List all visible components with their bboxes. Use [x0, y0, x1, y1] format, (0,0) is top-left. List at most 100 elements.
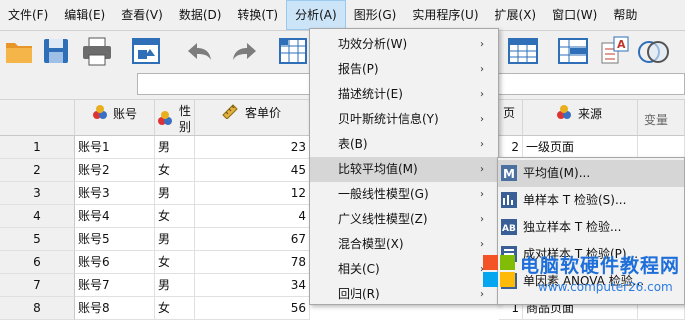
menu-extensions[interactable]: 扩展(X) — [487, 0, 545, 30]
column-header-label-line1: 性 — [179, 104, 192, 118]
menu-item-label: 报告(P) — [338, 62, 379, 76]
row-number[interactable]: 1 — [0, 136, 75, 159]
menu-transform[interactable]: 转换(T) — [229, 0, 286, 30]
watermark-title: 电脑软硬件教程网 — [520, 255, 681, 277]
column-header-obscured[interactable]: 页 — [499, 100, 523, 136]
analyze-menu-item[interactable]: 混合模型(X) › — [310, 232, 498, 257]
menu-data[interactable]: 数据(D) — [171, 0, 230, 30]
submenu-arrow-icon: › — [480, 114, 484, 125]
cell-source[interactable]: 一级页面 — [523, 136, 638, 159]
row-number[interactable]: 2 — [0, 159, 75, 182]
submenu-arrow-icon: › — [480, 64, 484, 75]
column-header-price[interactable]: 客单价 — [195, 100, 310, 136]
cell-account[interactable]: 账号7 — [75, 274, 155, 297]
cell-price[interactable]: 67 — [195, 228, 310, 251]
cell-account[interactable]: 账号3 — [75, 182, 155, 205]
menu-item-label: 贝叶斯统计信息(Y) — [338, 112, 439, 126]
analyze-menu-item[interactable]: 贝叶斯统计信息(Y) › — [310, 107, 498, 132]
cell-price[interactable]: 34 — [195, 274, 310, 297]
cell-account[interactable]: 账号2 — [75, 159, 155, 182]
analyze-menu-item[interactable]: 回归(R) › — [310, 282, 498, 307]
cell-account[interactable]: 账号1 — [75, 136, 155, 159]
menu-item-label: 比较平均值(M) — [338, 162, 418, 176]
cell-gender[interactable]: 女 — [155, 297, 195, 320]
menu-item-label: 独立样本 T 检验... — [523, 220, 622, 234]
menu-analyze[interactable]: 分析(A) — [286, 0, 346, 30]
dialog-recall-icon[interactable] — [130, 35, 164, 67]
cell-gender[interactable]: 男 — [155, 182, 195, 205]
menu-file[interactable]: 文件(F) — [0, 0, 56, 30]
row-number[interactable]: 8 — [0, 297, 75, 320]
submenu-arrow-icon: › — [480, 139, 484, 150]
row-number[interactable]: 7 — [0, 274, 75, 297]
analyze-menu-item[interactable]: 功效分析(W) › — [310, 32, 498, 57]
table-icon[interactable] — [506, 35, 540, 67]
column-header-gender[interactable]: 性 别 — [155, 100, 195, 136]
menu-graphs[interactable]: 图形(G) — [346, 0, 405, 30]
cell-gender[interactable]: 男 — [155, 136, 195, 159]
cell-obscured[interactable]: 2 — [499, 136, 523, 159]
row-number[interactable]: 6 — [0, 251, 75, 274]
menu-edit[interactable]: 编辑(E) — [56, 0, 113, 30]
analyze-menu-item[interactable]: 一般线性模型(G) › — [310, 182, 498, 207]
open-folder-icon[interactable] — [4, 35, 36, 67]
value-labels-icon[interactable]: A — [598, 35, 632, 67]
analyze-menu-item[interactable]: 报告(P) › — [310, 57, 498, 82]
row-header-corner — [0, 100, 75, 136]
analyze-menu-item[interactable]: 比较平均值(M) › — [310, 157, 498, 182]
cell-price[interactable]: 12 — [195, 182, 310, 205]
cell-gender[interactable]: 女 — [155, 159, 195, 182]
row-number[interactable]: 4 — [0, 205, 75, 228]
menu-item-label: 单样本 T 检验(S)... — [523, 193, 627, 207]
analyze-menu-item[interactable]: 描述统计(E) › — [310, 82, 498, 107]
nominal-variable-icon — [557, 105, 571, 119]
cell-price[interactable]: 56 — [195, 297, 310, 320]
analyze-menu-item[interactable]: 广义线性模型(Z) › — [310, 207, 498, 232]
analyze-menu-item[interactable]: 表(B) › — [310, 132, 498, 157]
column-header-label: 客单价 — [245, 106, 282, 120]
cell-gender[interactable]: 男 — [155, 228, 195, 251]
row-number[interactable]: 3 — [0, 182, 75, 205]
compare-means-submenu-item[interactable]: M 平均值(M)... — [498, 160, 684, 187]
row-number[interactable]: 5 — [0, 228, 75, 251]
cell-account[interactable]: 账号8 — [75, 297, 155, 320]
column-header-account[interactable]: 账号 — [75, 100, 155, 136]
undo-icon[interactable] — [182, 35, 216, 67]
goto-case-icon[interactable] — [276, 35, 310, 67]
compare-means-submenu-item[interactable]: AB 独立样本 T 检验... — [498, 214, 684, 241]
cell-gender[interactable]: 女 — [155, 251, 195, 274]
redo-icon[interactable] — [228, 35, 262, 67]
cell-account[interactable]: 账号6 — [75, 251, 155, 274]
menu-item-label: 一般线性模型(G) — [338, 187, 429, 201]
nominal-variable-icon — [158, 111, 172, 125]
menu-item-label: 功效分析(W) — [338, 37, 408, 51]
menu-item-label: 表(B) — [338, 137, 368, 151]
menu-item-label: 平均值(M)... — [523, 166, 591, 180]
menu-item-label: 广义线性模型(Z) — [338, 212, 428, 226]
cell-gender[interactable]: 男 — [155, 274, 195, 297]
menu-help[interactable]: 帮助 — [605, 0, 645, 30]
cell-account[interactable]: 账号5 — [75, 228, 155, 251]
cell-price[interactable]: 4 — [195, 205, 310, 228]
cell-gender[interactable]: 女 — [155, 205, 195, 228]
svg-text:A: A — [617, 38, 626, 51]
menu-utilities[interactable]: 实用程序(U) — [404, 0, 486, 30]
print-icon[interactable] — [80, 35, 114, 67]
sets-icon[interactable] — [636, 35, 670, 67]
cell-price[interactable]: 23 — [195, 136, 310, 159]
cell-price[interactable]: 45 — [195, 159, 310, 182]
menu-window[interactable]: 窗口(W) — [544, 0, 605, 30]
means-icon: M — [501, 165, 517, 181]
column-header-source[interactable]: 来源 — [523, 100, 638, 136]
analyze-menu-item[interactable]: 相关(C) › — [310, 257, 498, 282]
column-header-var[interactable]: 变量 — [638, 100, 685, 136]
cell-account[interactable]: 账号4 — [75, 205, 155, 228]
compare-means-submenu-item[interactable]: 单样本 T 检验(S)... — [498, 187, 684, 214]
nominal-variable-icon — [93, 105, 107, 119]
menu-view[interactable]: 查看(V) — [113, 0, 171, 30]
cell-price[interactable]: 78 — [195, 251, 310, 274]
cell-var[interactable] — [638, 136, 685, 159]
menu-item-label: 相关(C) — [338, 262, 380, 276]
save-icon[interactable] — [40, 35, 72, 67]
split-file-icon[interactable] — [556, 35, 590, 67]
